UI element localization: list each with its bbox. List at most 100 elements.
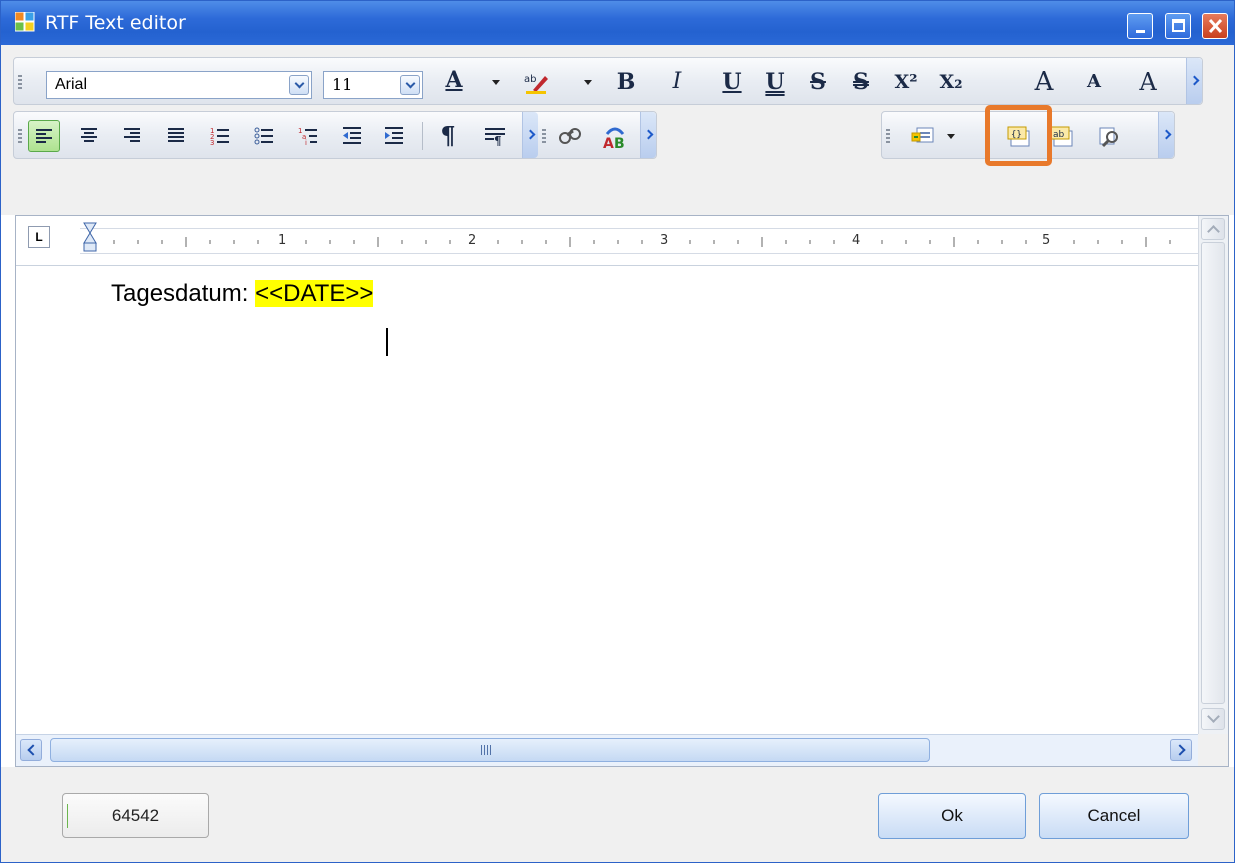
preview-icon [1099,127,1118,148]
double-underline-button[interactable]: U [759,66,791,98]
indent-marker-icon[interactable] [82,221,98,259]
toolbar-grip[interactable] [542,129,546,143]
justify-button[interactable] [160,120,192,152]
paragraph-toolbar-overflow-button[interactable] [522,112,538,158]
highlight-color-button[interactable]: ab [520,66,552,98]
document-area[interactable]: Tagesdatum: <<DATE>> [16,266,1198,734]
svg-text:ab: ab [524,74,536,85]
align-left-button[interactable] [28,120,60,152]
font-name-combo[interactable]: Arial [46,71,312,99]
document-text: Tagesdatum: [111,280,256,307]
toolbar-grip[interactable] [886,129,890,143]
font-toolbar: Arial 11 A ab B I U U S S X² X₂ A A A [13,57,1203,105]
horizontal-scrollbar[interactable] [16,734,1198,766]
preview-fields-button[interactable] [1094,120,1126,152]
ruler-number: 2 [468,233,477,248]
insert-merge-field-button[interactable] [907,120,939,152]
rtf-editor-window: RTF Text editor Arial 11 A ab B I U U S … [0,0,1235,863]
bold-button[interactable]: B [610,66,642,98]
svg-text:ab: ab [1053,130,1065,140]
font-name-value: Arial [55,76,88,93]
paragraph-format-button[interactable]: ¶ [479,120,511,152]
editor-frame: L 1 2 3 4 5 Tagesdatum: <<DATE>> [15,215,1229,767]
footer-bar: 64542 Ok Cancel [1,767,1234,862]
align-left-icon [36,129,52,143]
chevron-down-icon[interactable] [289,75,309,95]
window-title: RTF Text editor [45,12,186,34]
close-button[interactable] [1202,13,1228,39]
merge-field-date[interactable]: <<DATE>> [255,280,374,307]
font-color-button[interactable]: A [438,64,470,96]
shrink-font-button[interactable]: A [1078,66,1110,98]
highlight-dropdown-arrow[interactable] [584,80,592,85]
close-icon [1208,18,1223,34]
font-toolbar-overflow-button[interactable] [1186,58,1202,104]
underline-button[interactable]: U [716,66,748,98]
maximize-icon [1172,19,1185,32]
insert-field-dropdown-arrow[interactable] [947,134,955,139]
decrease-indent-icon [343,127,361,144]
text-caret [386,328,388,356]
multilevel-list-icon: 1 a i [298,127,317,146]
strikethrough-button[interactable]: S [802,66,834,98]
scrollbar-corner [1198,734,1228,766]
status-value: 64542 [111,806,160,825]
increase-indent-button[interactable] [378,120,410,152]
vertical-scrollbar[interactable] [1198,216,1228,734]
numbered-list-button[interactable]: 1 2 3 [204,120,236,152]
align-right-icon [124,128,140,142]
ruler-number: 5 [1042,233,1051,248]
font-size-value: 11 [332,75,353,94]
horizontal-scroll-thumb[interactable] [50,738,930,762]
highlighter-icon: ab [524,74,548,94]
cancel-button[interactable]: Cancel [1039,793,1189,839]
find-button[interactable] [554,120,586,152]
paragraph-format-icon: ¶ [485,128,505,146]
horizontal-ruler[interactable]: 1 2 3 4 5 [80,222,1198,254]
vertical-scroll-thumb[interactable] [1201,242,1225,704]
minimize-button[interactable] [1127,13,1153,39]
spell-check-button[interactable]: A B [599,120,631,152]
ok-button[interactable]: Ok [878,793,1026,839]
superscript-button[interactable]: X² [890,66,922,98]
spell-check-icon: A B [603,127,625,150]
decrease-indent-button[interactable] [336,120,368,152]
binoculars-icon [559,128,581,144]
scroll-grip-icon [481,745,491,755]
scroll-down-icon[interactable] [1201,708,1225,730]
show-paragraph-marks-button[interactable]: ¶ [432,120,464,152]
field-results-icon: ab [1050,126,1073,147]
paragraph-toolbar: 1 2 3 1 a i ¶ ¶ A B [13,111,657,159]
maximize-button[interactable] [1165,13,1191,39]
fields-toolbar-overflow-button[interactable] [1158,112,1174,158]
tools-toolbar-overflow-button[interactable] [640,112,656,158]
scroll-up-icon[interactable] [1201,218,1225,240]
chevron-down-icon[interactable] [400,75,420,95]
justify-icon [168,128,184,142]
increase-indent-icon [385,127,403,144]
bullet-list-icon [254,127,273,145]
grow-font-button[interactable]: A [1028,66,1060,98]
scroll-left-icon[interactable] [20,739,42,761]
bullet-list-button[interactable] [248,120,280,152]
align-center-icon [81,128,97,142]
change-case-button[interactable]: A [1132,66,1164,98]
scroll-right-icon[interactable] [1170,739,1192,761]
align-center-button[interactable] [73,120,105,152]
align-right-button[interactable] [116,120,148,152]
font-size-combo[interactable]: 11 [323,71,423,99]
font-color-icon: A [445,67,463,93]
italic-button[interactable]: I [661,66,693,98]
toolbar-grip[interactable] [18,129,22,143]
toolbar-grip[interactable] [18,75,22,89]
double-strikethrough-button[interactable]: S [845,66,877,98]
title-bar[interactable]: RTF Text editor [1,1,1234,45]
multilevel-list-button[interactable]: 1 a i [292,120,324,152]
subscript-button[interactable]: X₂ [935,66,967,98]
document-paragraph[interactable]: Tagesdatum: <<DATE>> [111,280,374,308]
font-color-dropdown-arrow[interactable] [492,80,500,85]
insert-field-icon [911,127,934,143]
ruler-ticks [89,237,1171,247]
tab-selector-button[interactable]: L [28,226,50,248]
svg-text:¶: ¶ [494,134,502,146]
